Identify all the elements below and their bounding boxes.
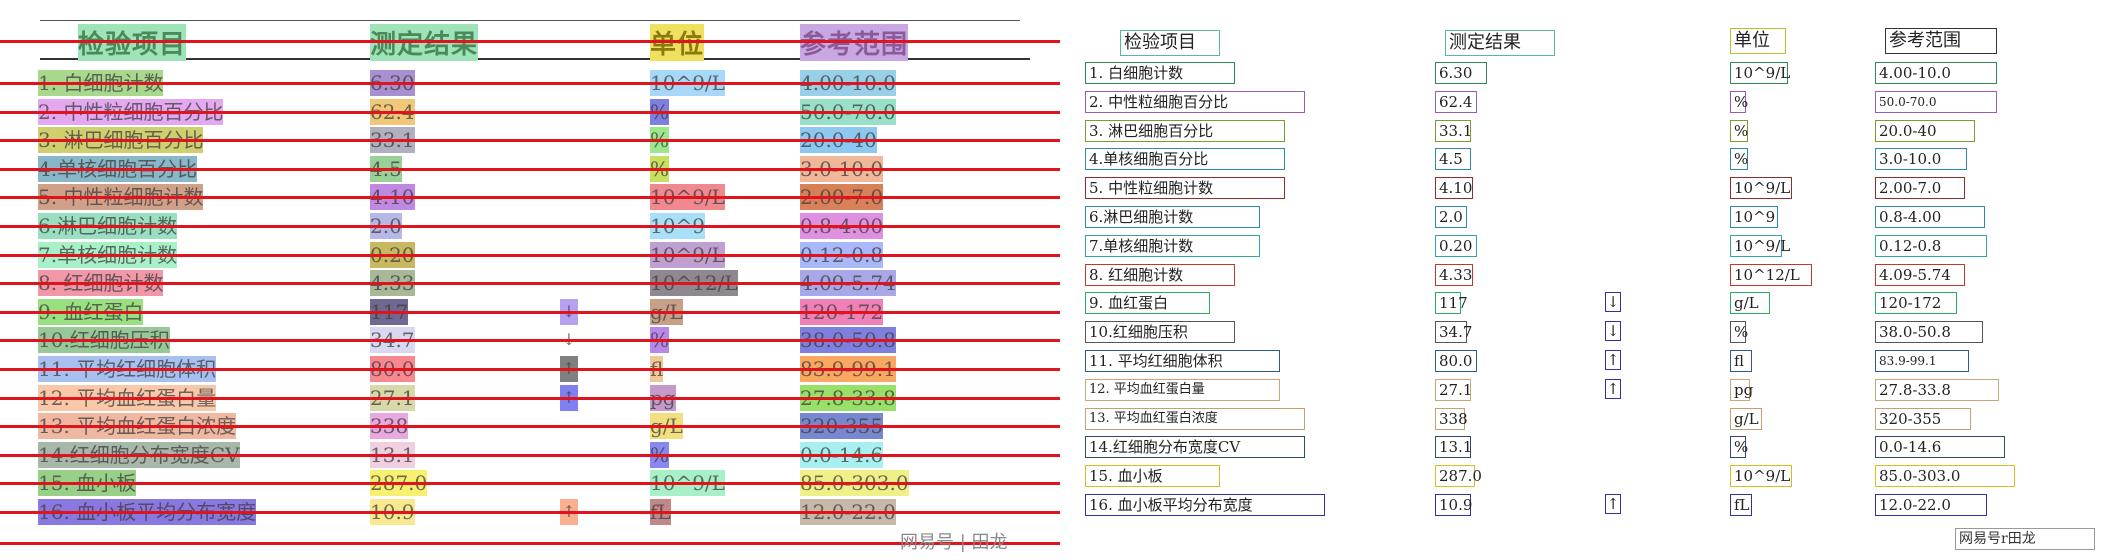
box-row-8-range: 4.09-5.74 xyxy=(1875,263,1965,286)
box-row-13-item: 13. 平均血红蛋白浓度 xyxy=(1085,407,1305,430)
box-row-3-range: 20.0-40 xyxy=(1875,119,1975,142)
box-row-13-unit: g/L xyxy=(1730,407,1762,430)
box-row-16-result: 10.9 xyxy=(1435,494,1472,516)
box-row-15-item: 15. 血小板 xyxy=(1085,465,1220,488)
box-row-1-item: 1. 白细胞计数 xyxy=(1085,62,1235,84)
box-row-13-result: 338 xyxy=(1435,407,1468,430)
strike-line-row xyxy=(0,110,1060,114)
box-header-result: 测定结果 xyxy=(1445,30,1555,56)
box-row-11-flag: ↑ xyxy=(1605,350,1621,370)
box-row-10-unit: % xyxy=(1730,321,1748,344)
box-row-3-item: 3. 淋巴细胞百分比 xyxy=(1085,119,1285,142)
box-row-2-result: 62.4 xyxy=(1435,90,1477,113)
box-row-3-unit: % xyxy=(1730,119,1748,142)
box-row-1-result: 6.30 xyxy=(1435,62,1487,84)
strike-line-row xyxy=(0,482,1060,486)
box-row-4-range: 3.0-10.0 xyxy=(1875,148,1967,171)
strike-line-header xyxy=(0,40,1060,43)
strike-line-row xyxy=(0,167,1060,171)
box-row-8-item: 8. 红细胞计数 xyxy=(1085,263,1235,286)
box-row-14-unit: % xyxy=(1730,436,1748,459)
box-row-5-unit: 10^9/L xyxy=(1730,177,1792,200)
ocr-boxes-panel: 检验项目 测定结果 单位 参考范围 1. 白细胞计数 6.30 10^9/L 4.00-10… xyxy=(1075,0,2108,560)
box-row-12-result: 27.1 xyxy=(1435,378,1472,401)
table-top-rule xyxy=(40,20,1020,21)
box-row-16-unit: fL xyxy=(1730,494,1752,516)
box-row-8-unit: 10^12/L xyxy=(1730,263,1812,286)
box-row-6-unit: 10^9 xyxy=(1730,206,1778,228)
box-row-12-range: 27.8-33.8 xyxy=(1875,378,1999,401)
box-row-6-range: 0.8-4.00 xyxy=(1875,206,1985,228)
box-row-15-range: 85.0-303.0 xyxy=(1875,465,2015,488)
box-row-9-range: 120-172 xyxy=(1875,292,1957,315)
box-row-2-item: 2. 中性粒细胞百分比 xyxy=(1085,90,1305,113)
box-row-5-range: 2.00-7.0 xyxy=(1875,177,1965,200)
box-row-2-range: 50.0-70.0 xyxy=(1875,90,1997,113)
box-row-15-unit: 10^9/L xyxy=(1730,465,1792,488)
box-row-7-result: 0.20 xyxy=(1435,234,1477,257)
box-row-16-range: 12.0-22.0 xyxy=(1875,494,1987,516)
box-row-12-flag: ↑ xyxy=(1605,378,1621,399)
watermark: 网易号 | 田龙 xyxy=(900,532,1008,553)
box-row-2-unit: % xyxy=(1730,90,1748,113)
box-row-9-flag: ↓ xyxy=(1605,292,1621,313)
box-row-4-item: 4.单核细胞百分比 xyxy=(1085,148,1285,171)
box-row-1-unit: 10^9/L xyxy=(1730,62,1790,84)
box-row-16-flag: ↑ xyxy=(1605,494,1621,514)
strike-line-row xyxy=(0,310,1060,314)
strike-line-row xyxy=(0,396,1060,400)
strike-line-row xyxy=(0,368,1060,371)
box-row-6-result: 2.0 xyxy=(1435,206,1467,228)
strike-line-row xyxy=(0,453,1060,457)
box-row-14-result: 13.1 xyxy=(1435,436,1472,459)
box-row-11-result: 80.0 xyxy=(1435,350,1477,372)
box-row-7-unit: 10^9/L xyxy=(1730,234,1790,257)
box-row-6-item: 6.淋巴细胞计数 xyxy=(1085,206,1260,228)
box-row-12-unit: pg xyxy=(1730,378,1753,401)
strike-line-row xyxy=(0,339,1060,343)
box-row-4-unit: % xyxy=(1730,148,1748,171)
box-row-11-item: 11. 平均红细胞体积 xyxy=(1085,350,1280,372)
strike-line-row xyxy=(0,225,1060,228)
box-row-4-result: 4.5 xyxy=(1435,148,1471,171)
strike-line-row xyxy=(0,82,1060,85)
box-row-1-range: 4.00-10.0 xyxy=(1875,62,1997,84)
box-header-unit: 单位 xyxy=(1730,28,1786,54)
box-row-10-result: 34.7 xyxy=(1435,321,1472,344)
box-row-10-item: 10.红细胞压积 xyxy=(1085,321,1235,344)
strike-line-row xyxy=(0,511,1060,514)
report-original-panel: 检验项目 测定结果 单位 参考范围 1. 白细胞计数 6.30 10^9/L 4.00-10… xyxy=(0,0,1060,560)
box-row-5-result: 4.10 xyxy=(1435,177,1473,200)
strike-line-row xyxy=(0,196,1060,200)
box-row-7-range: 0.12-0.8 xyxy=(1875,234,1987,257)
box-row-14-item: 14.红细胞分布宽度CV xyxy=(1085,436,1305,459)
box-header-range: 参考范围 xyxy=(1885,28,1997,54)
strike-line-row xyxy=(0,282,1060,286)
watermark-box: 网易号r田龙 xyxy=(1955,528,2095,550)
strike-line-row xyxy=(0,425,1060,429)
box-header-item: 检验项目 xyxy=(1120,30,1220,56)
box-row-10-flag: ↓ xyxy=(1605,321,1621,342)
box-row-11-range: 83.9-99.1 xyxy=(1875,350,1969,372)
box-row-13-range: 320-355 xyxy=(1875,407,1971,430)
strike-line-row xyxy=(0,139,1060,143)
box-row-12-item: 12. 平均血红蛋白量 xyxy=(1085,378,1280,401)
strike-line-row xyxy=(0,253,1060,257)
box-row-8-result: 4.33 xyxy=(1435,263,1473,286)
box-row-7-item: 7.单核细胞计数 xyxy=(1085,234,1260,257)
box-row-9-result: 117 xyxy=(1435,292,1468,315)
box-row-9-item: 9. 血红蛋白 xyxy=(1085,292,1210,315)
box-row-9-unit: g/L xyxy=(1730,292,1770,315)
box-row-14-range: 0.0-14.6 xyxy=(1875,436,2005,459)
box-row-11-unit: fl xyxy=(1730,350,1752,372)
box-row-10-range: 38.0-50.8 xyxy=(1875,321,1983,344)
box-row-15-result: 287.0 xyxy=(1435,465,1482,488)
box-row-3-result: 33.1 xyxy=(1435,119,1472,142)
box-row-16-item: 16. 血小板平均分布宽度 xyxy=(1085,494,1325,516)
box-row-5-item: 5. 中性粒细胞计数 xyxy=(1085,177,1285,200)
